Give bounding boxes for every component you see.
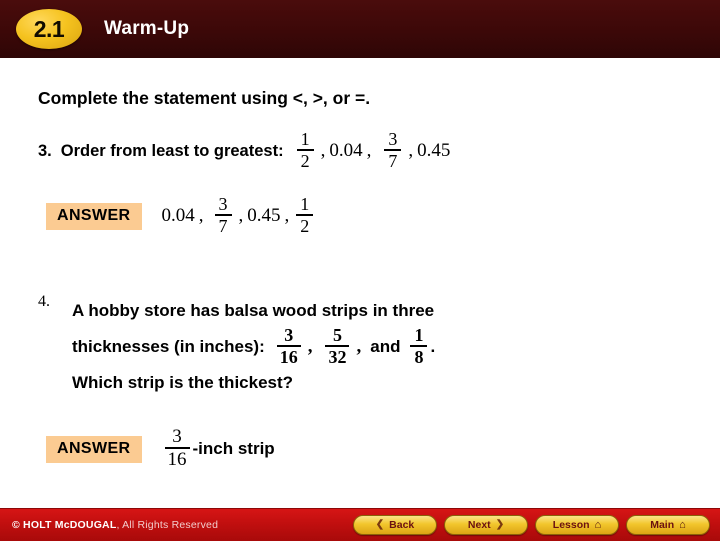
decimal-045: 0.45 <box>247 205 281 227</box>
comma-separator: , <box>366 140 372 162</box>
fraction-one-half: 1 2 <box>296 130 314 170</box>
question-4-lines: A hobby store has balsa wood strips in t… <box>72 293 678 401</box>
instruction-text: Complete the statement using <, >, or =. <box>38 88 371 108</box>
question-4-text-line1: A hobby store has balsa wood strips in t… <box>72 301 435 320</box>
navigation-buttons: ❮ Back Next ❯ Lesson ⌂ Main ⌂ <box>353 515 710 535</box>
main-button-label: Main <box>650 519 675 531</box>
question-4-line-1: A hobby store has balsa wood strips in t… <box>72 293 678 329</box>
comma-separator: , <box>320 140 326 162</box>
fraction-three-sixteenths: 3 16 <box>164 427 190 469</box>
answer-row-4: ANSWER 3 16 -inch strip <box>46 427 275 470</box>
question-4-number: 4. <box>38 293 50 310</box>
home-icon: ⌂ <box>679 518 686 531</box>
decimal-004: 0.04 <box>161 205 195 227</box>
page-title: Warm-Up <box>104 18 190 39</box>
slide-footer: © HOLT McDOUGAL, All Rights Reserved ❮ B… <box>0 508 720 541</box>
question-3-number: 3. <box>38 141 52 160</box>
question-4-line-2: thicknesses (in inches): 3 16 , 5 32 , a… <box>72 326 678 367</box>
comma-separator: , <box>284 205 290 227</box>
next-button[interactable]: Next ❯ <box>444 515 528 535</box>
chapter-number-label: 2.1 <box>33 15 65 42</box>
answer-4-suffix: -inch strip <box>192 439 275 459</box>
period: . <box>430 337 436 356</box>
answer-label-4: ANSWER <box>46 435 142 463</box>
comma-separator: , <box>307 336 313 357</box>
fraction-five-thirtyseconds: 5 32 <box>325 326 350 366</box>
comma-separator: , <box>198 205 204 227</box>
fraction-one-eighth: 1 8 <box>410 326 428 366</box>
back-button-label: Back <box>389 519 415 531</box>
fraction-one-half: 1 2 <box>296 195 314 235</box>
back-button[interactable]: ❮ Back <box>353 515 437 535</box>
copyright-rest: , All Rights Reserved <box>116 519 219 531</box>
decimal-004: 0.04 <box>329 140 363 162</box>
question-4-text-line3: Which strip is the thickest? <box>72 373 294 392</box>
chapter-number-badge: 2.1 <box>16 9 82 49</box>
answer-content-4: 3 16 -inch strip <box>162 427 275 470</box>
chevron-left-icon: ❮ <box>375 519 385 530</box>
copyright-notice: © HOLT McDOUGAL, All Rights Reserved <box>12 519 218 531</box>
home-icon: ⌂ <box>594 518 602 531</box>
question-3: 3. Order from least to greatest: 1 2 , 0… <box>38 130 451 171</box>
question-3-text: Order from least to greatest: <box>60 141 284 160</box>
decimal-045: 0.45 <box>417 140 451 162</box>
answer-label-3: ANSWER <box>46 202 142 230</box>
question-4: 4. A hobby store has balsa wood strips i… <box>38 293 678 401</box>
slide-content: Complete the statement using <, >, or =.… <box>0 58 720 508</box>
conjunction-and: and <box>370 337 401 356</box>
question-4-text-line2: thicknesses (in inches): <box>72 337 265 356</box>
answer-content-3: 0.04 , 3 7 , 0.45 , 1 2 <box>161 195 317 236</box>
fraction-three-sixteenths: 3 16 <box>276 326 301 366</box>
fraction-three-sevenths: 3 7 <box>384 130 402 170</box>
answer-row-3: ANSWER 0.04 , 3 7 , 0.45 , 1 2 <box>46 195 317 236</box>
lesson-button-label: Lesson <box>552 519 590 531</box>
next-button-label: Next <box>467 519 491 531</box>
copyright-mark: © HOLT McDOUGAL <box>12 519 117 531</box>
chevron-right-icon: ❯ <box>495 519 505 530</box>
slide-header: 2.1 Warm-Up <box>0 0 720 60</box>
fraction-three-sevenths: 3 7 <box>214 195 232 235</box>
question-4-line-3: Which strip is the thickest? <box>72 365 678 401</box>
main-button[interactable]: Main ⌂ <box>626 515 710 535</box>
comma-separator: , <box>356 336 362 357</box>
comma-separator: , <box>408 140 414 162</box>
comma-separator: , <box>238 205 244 227</box>
lesson-button[interactable]: Lesson ⌂ <box>535 515 619 535</box>
